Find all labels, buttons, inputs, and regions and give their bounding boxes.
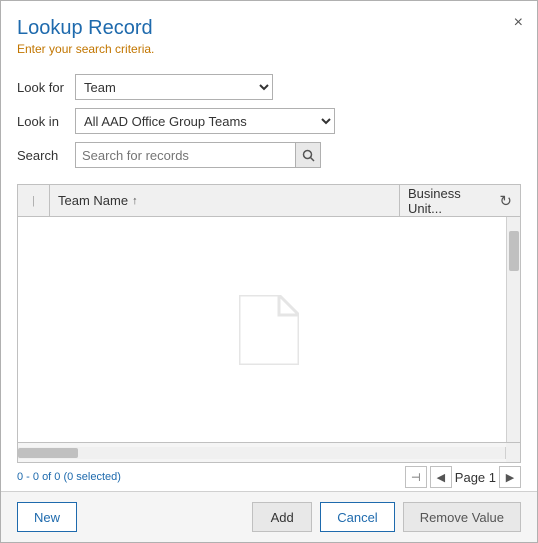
add-button[interactable]: Add (252, 502, 312, 532)
look-for-row: Look for Team (17, 74, 521, 100)
record-count: 0 - 0 of 0 (0 selected) (17, 471, 121, 483)
header-checkbox-cell: | (18, 185, 50, 216)
team-name-column-label: Team Name (58, 193, 128, 208)
page-label: Page 1 (455, 470, 496, 485)
new-button[interactable]: New (17, 502, 77, 532)
prev-page-button[interactable]: ◀ (430, 466, 452, 488)
look-for-label: Look for (17, 80, 75, 95)
remove-value-button[interactable]: Remove Value (403, 502, 521, 532)
horizontal-scrollbar[interactable] (18, 447, 506, 459)
form-section: Look for Team Look in All AAD Office Gro… (1, 64, 537, 184)
dialog-subtitle: Enter your search criteria. (17, 42, 521, 56)
grid-section: | Team Name ↑ Business Unit... ↻ (17, 184, 521, 463)
search-icon (302, 149, 315, 162)
vertical-scrollbar[interactable] (506, 217, 520, 442)
look-in-select[interactable]: All AAD Office Group Teams (75, 108, 335, 134)
search-button[interactable] (295, 142, 321, 168)
business-unit-column-header[interactable]: Business Unit... ↻ (400, 185, 520, 216)
status-pagination-row: 0 - 0 of 0 (0 selected) ⊣ ◀ Page 1 ▶ (1, 463, 537, 491)
close-button[interactable]: × (514, 15, 523, 31)
grid-header: | Team Name ↑ Business Unit... ↻ (18, 185, 520, 217)
first-page-button[interactable]: ⊣ (405, 466, 427, 488)
search-wrapper (75, 142, 321, 168)
sort-arrow-icon: ↑ (132, 195, 138, 207)
team-name-column-header[interactable]: Team Name ↑ (50, 185, 400, 216)
footer-buttons: New Add Cancel Remove Value (1, 491, 537, 542)
checkbox-indicator: | (32, 195, 35, 207)
search-input[interactable] (75, 142, 295, 168)
dialog-header: Lookup Record Enter your search criteria… (1, 1, 537, 64)
lookup-record-dialog: Lookup Record Enter your search criteria… (0, 0, 538, 543)
look-in-row: Look in All AAD Office Group Teams (17, 108, 521, 134)
cancel-button[interactable]: Cancel (320, 502, 394, 532)
next-page-button[interactable]: ▶ (499, 466, 521, 488)
grid-body (18, 217, 520, 442)
search-row: Search (17, 142, 521, 168)
look-in-label: Look in (17, 114, 75, 129)
search-label: Search (17, 148, 75, 163)
pagination-controls: ⊣ ◀ Page 1 ▶ (405, 466, 521, 488)
dialog-title: Lookup Record (17, 17, 521, 40)
refresh-button[interactable]: ↻ (499, 192, 512, 210)
scroll-corner (506, 443, 520, 463)
vertical-scrollbar-thumb[interactable] (509, 231, 519, 271)
empty-state-icon (239, 295, 299, 365)
no-records-icon (239, 295, 299, 365)
look-for-select[interactable]: Team (75, 74, 273, 100)
business-unit-column-label: Business Unit... (408, 186, 495, 216)
grid-footer-bar (18, 442, 520, 462)
horizontal-scrollbar-thumb[interactable] (18, 448, 78, 458)
